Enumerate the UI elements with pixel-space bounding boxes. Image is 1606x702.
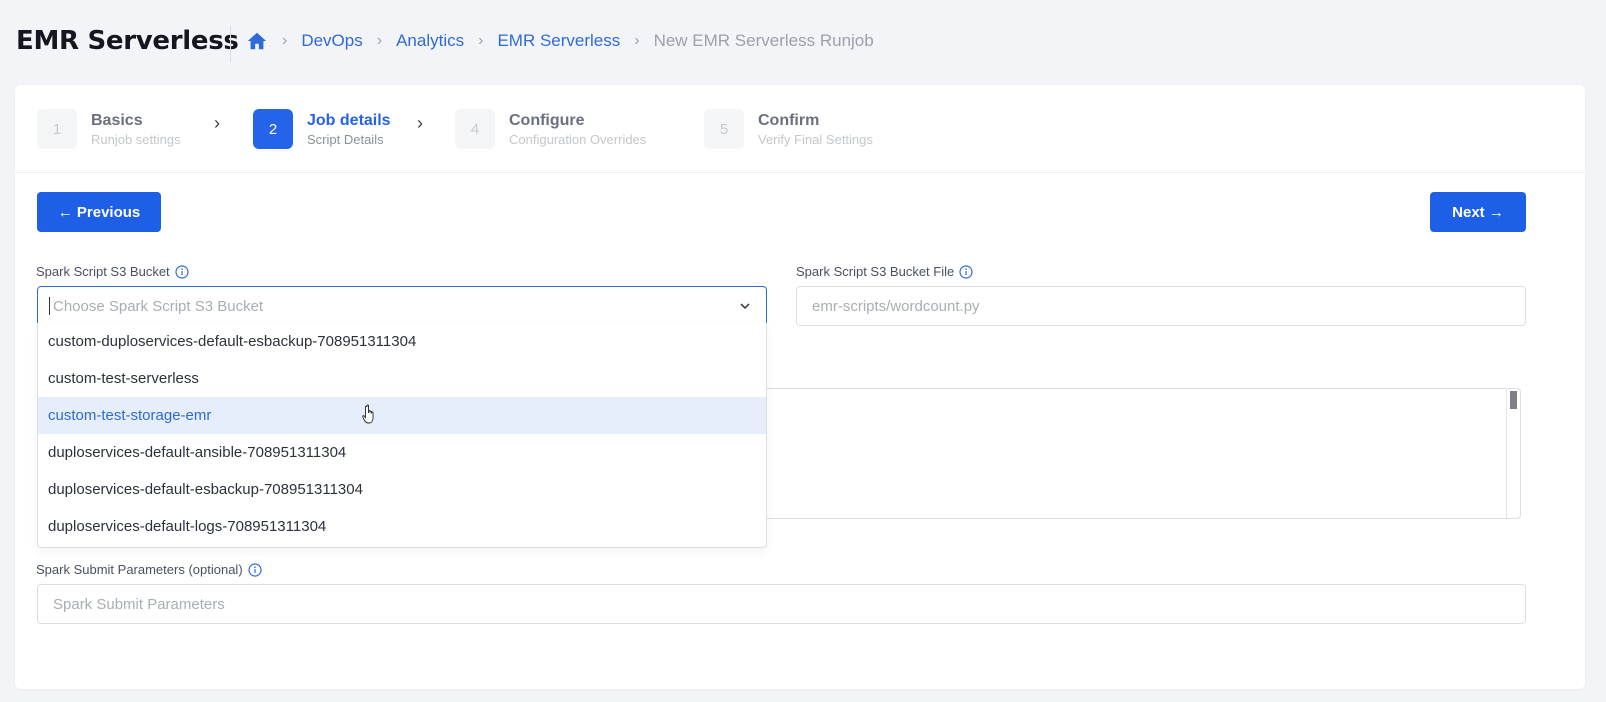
arguments-textarea[interactable] [765, 388, 1521, 519]
step-number: 4 [455, 109, 495, 149]
breadcrumb-current: New EMR Serverless Runjob [653, 31, 874, 50]
bucket-field-label: Spark Script S3 Bucket [36, 264, 189, 279]
bucket-file-input[interactable]: emr-scripts/wordcount.py [796, 286, 1526, 326]
bucket-select-placeholder: Choose Spark Script S3 Bucket [53, 297, 264, 315]
home-icon[interactable] [246, 30, 268, 52]
dropdown-option-hovered[interactable]: custom-test-storage-emr [38, 397, 766, 434]
bucket-label-text: Spark Script S3 Bucket [36, 264, 170, 279]
bucket-dropdown-menu: custom-duploservices-default-esbackup-70… [37, 323, 767, 548]
spark-submit-params-input[interactable]: Spark Submit Parameters [37, 584, 1526, 624]
dropdown-option[interactable]: custom-test-serverless [38, 360, 766, 397]
step-title: Job details [307, 112, 391, 129]
chevron-right-icon: › [417, 113, 423, 133]
file-label-text: Spark Script S3 Bucket File [796, 264, 955, 279]
breadcrumb-analytics[interactable]: Analytics [396, 31, 464, 51]
step-title: Configure [509, 112, 585, 129]
step-title: Basics [91, 112, 143, 129]
bucket-file-placeholder: emr-scripts/wordcount.py [812, 297, 980, 315]
breadcrumb-separator: › [376, 32, 383, 49]
breadcrumb-separator: › [634, 32, 640, 49]
title-divider [230, 26, 231, 62]
app-title: EMR Serverless [16, 26, 239, 56]
wizard-card: 1 Basics Runjob settings › 2 Job details… [15, 85, 1585, 689]
file-field-label: Spark Script S3 Bucket File [796, 264, 973, 279]
scrollbar-thumb[interactable] [1510, 391, 1517, 409]
top-bar: EMR Serverless › DevOps › Analytics › EM… [0, 0, 1606, 84]
dropdown-option[interactable]: duploservices-default-ansible-7089513113… [38, 434, 766, 471]
next-button[interactable]: Next → [1430, 192, 1526, 232]
breadcrumb-emr-serverless[interactable]: EMR Serverless [497, 31, 620, 51]
chevron-down-icon[interactable] [738, 299, 752, 313]
scrollbar[interactable] [1506, 389, 1520, 518]
step-subtitle: Configuration Overrides [509, 132, 647, 147]
params-field-label: Spark Submit Parameters (optional) [36, 562, 262, 577]
info-icon[interactable] [175, 264, 189, 279]
breadcrumb-separator: › [282, 32, 288, 49]
step-job-details[interactable]: 2 Job details Script Details [253, 109, 391, 149]
dropdown-option[interactable]: duploservices-default-logs-708951311304 [38, 508, 766, 545]
step-subtitle: Script Details [307, 132, 384, 147]
params-label-text: Spark Submit Parameters (optional) [36, 562, 243, 577]
step-configure[interactable]: 4 Configure Configuration Overrides [455, 109, 646, 149]
bucket-select[interactable]: Choose Spark Script S3 Bucket [37, 286, 767, 326]
stepper: 1 Basics Runjob settings › 2 Job details… [15, 85, 1585, 173]
info-icon[interactable] [248, 562, 262, 577]
dropdown-option[interactable]: duploservices-default-esbackup-708951311… [38, 471, 766, 508]
step-number: 1 [37, 109, 77, 149]
breadcrumb-devops[interactable]: DevOps [301, 31, 362, 51]
text-cursor [49, 297, 50, 315]
dropdown-option[interactable]: custom-duploservices-default-esbackup-70… [38, 323, 766, 360]
params-placeholder: Spark Submit Parameters [53, 595, 225, 613]
info-icon[interactable] [959, 264, 973, 279]
step-confirm[interactable]: 5 Confirm Verify Final Settings [704, 109, 873, 149]
step-subtitle: Verify Final Settings [758, 132, 873, 147]
breadcrumb-separator: › [478, 32, 484, 49]
step-number: 5 [704, 109, 744, 149]
step-subtitle: Runjob settings [91, 132, 181, 147]
step-title: Confirm [758, 112, 820, 129]
previous-button[interactable]: ← Previous [37, 192, 161, 232]
chevron-right-icon: › [214, 113, 220, 133]
hand-pointer-icon [362, 404, 378, 426]
step-number: 2 [253, 109, 293, 149]
breadcrumb: › DevOps › Analytics › EMR Serverless › … [246, 30, 874, 52]
step-basics[interactable]: 1 Basics Runjob settings [37, 109, 181, 149]
